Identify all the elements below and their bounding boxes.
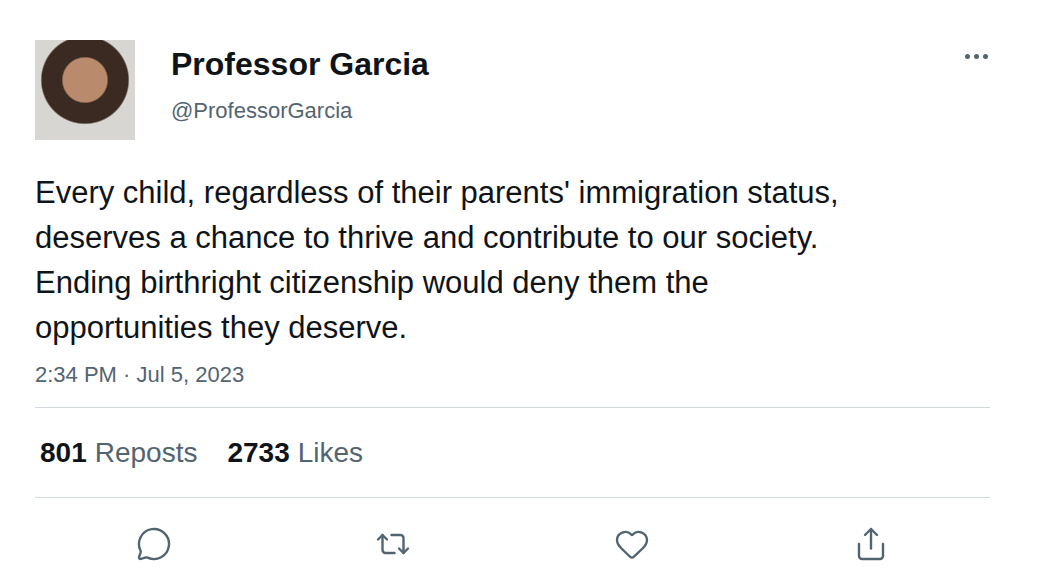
actions-row bbox=[35, 498, 990, 570]
stats-row: 801Reposts 2733 Likes bbox=[35, 408, 990, 497]
page: Professor Garcia @ProfessorGarcia Every ch… bbox=[0, 0, 1050, 570]
dot-icon bbox=[974, 54, 979, 59]
post-card: Professor Garcia @ProfessorGarcia Every ch… bbox=[35, 40, 990, 570]
like-button[interactable] bbox=[610, 522, 654, 566]
stat-label: Reposts bbox=[95, 436, 198, 470]
dot-icon bbox=[965, 54, 970, 59]
avatar-image[interactable] bbox=[35, 40, 135, 140]
share-icon bbox=[853, 526, 889, 562]
reply-icon bbox=[136, 526, 172, 562]
share-button[interactable] bbox=[849, 522, 893, 566]
repost-icon bbox=[375, 526, 411, 562]
author-names: Professor Garcia @ProfessorGarcia bbox=[171, 40, 429, 125]
post-timestamp[interactable]: 2:34 PM · Jul 5, 2023 bbox=[35, 361, 990, 389]
divider bbox=[35, 497, 990, 498]
like-icon bbox=[614, 526, 650, 562]
more-button[interactable] bbox=[963, 40, 990, 73]
stat[interactable]: 2733 Likes bbox=[227, 436, 363, 470]
stat-count: 801 bbox=[40, 436, 87, 470]
stat[interactable]: 801Reposts bbox=[40, 436, 197, 470]
stat-label: Likes bbox=[298, 436, 363, 470]
author-handle[interactable]: @ProfessorGarcia bbox=[171, 97, 429, 125]
reply-button[interactable] bbox=[132, 522, 176, 566]
author-name[interactable]: Professor Garcia bbox=[171, 45, 429, 83]
stat-count: 2733 bbox=[227, 436, 289, 470]
post-header: Professor Garcia @ProfessorGarcia bbox=[35, 40, 990, 140]
post-text: Every child, regardless of their parents… bbox=[35, 170, 885, 350]
dot-icon bbox=[983, 54, 988, 59]
divider bbox=[35, 407, 990, 408]
repost-button[interactable] bbox=[371, 522, 415, 566]
author: Professor Garcia @ProfessorGarcia bbox=[35, 40, 429, 140]
